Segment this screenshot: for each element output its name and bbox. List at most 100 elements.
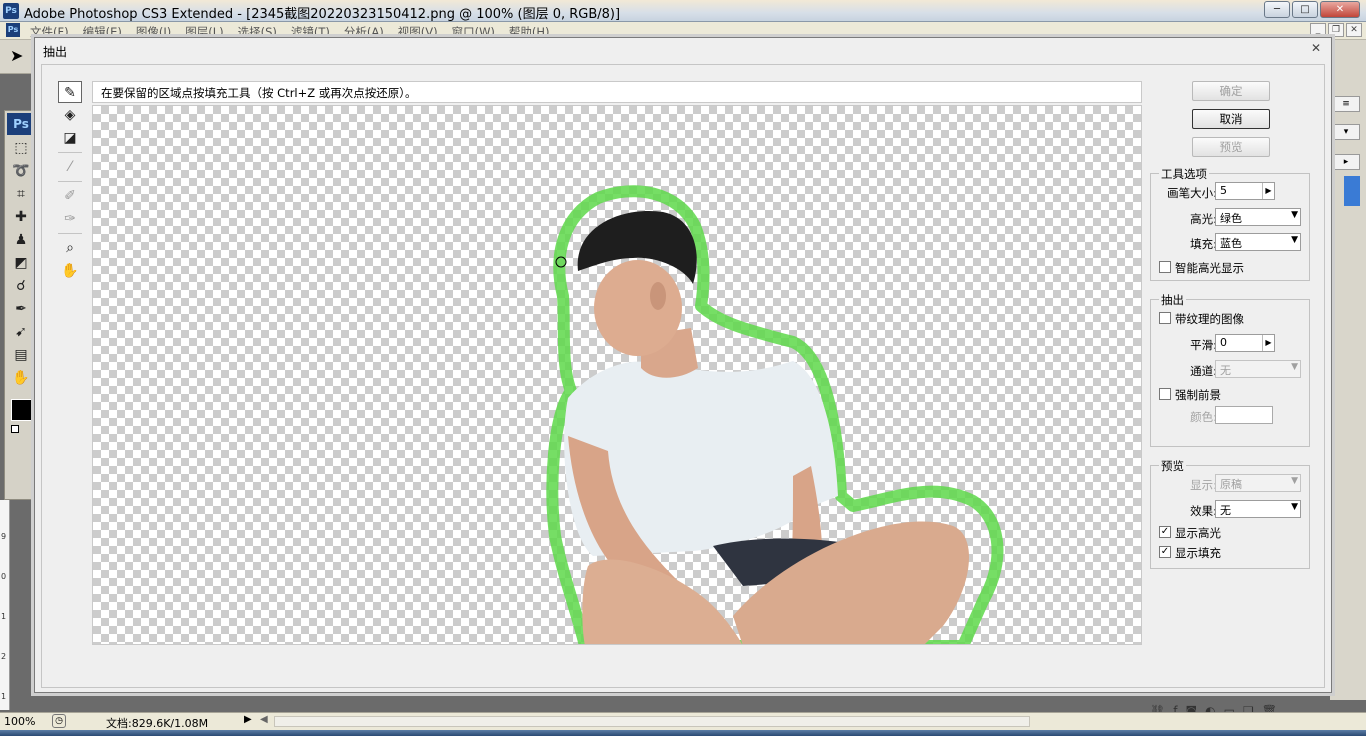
smart-highlight-checkbox[interactable]: 智能高光显示 [1159, 259, 1309, 275]
chevron-down-icon: ▼ [1291, 362, 1298, 372]
window-controls: ─ □ ✕ [1264, 1, 1360, 18]
hand-tool-icon[interactable]: ✋ [8, 367, 34, 389]
dialog-side-panel: 确定 取消 预览 工具选项 画笔大小: 5 ▶ 高光: 绿色 ▼ 填充: 蓝色 … [1150, 81, 1316, 681]
window-title: Adobe Photoshop CS3 Extended - [2345截图20… [24, 7, 621, 22]
checkbox-box[interactable] [1159, 312, 1171, 324]
textured-image-checkbox[interactable]: 带纹理的图像 [1159, 310, 1309, 326]
show-fill-checkbox[interactable]: ✓ 显示填充 [1159, 544, 1309, 560]
chevron-down-icon: ▼ [1291, 502, 1298, 512]
effect-label: 效果: [1190, 504, 1217, 518]
document-window-controls: _ ❐ ✕ [1310, 23, 1362, 37]
show-label: 显示: [1190, 478, 1217, 492]
doc-close-button[interactable]: ✕ [1346, 23, 1362, 37]
effect-row: 效果: 无 ▼ [1151, 500, 1311, 520]
brush-size-input[interactable]: 5 ▶ [1215, 182, 1275, 200]
ruler-label: 1 [1, 612, 7, 621]
dialog-title: 抽出 [43, 45, 68, 59]
highlight-select[interactable]: 绿色 ▼ [1215, 208, 1301, 226]
maximize-button[interactable]: □ [1292, 1, 1318, 18]
edge-touchup-tool-icon[interactable]: ✑ [58, 208, 82, 230]
dialog-body: ✎ ◈ ◪ ⁄ ✐ ✑ ⌕ ✋ 在要保留的区域点按填充工具（按 Ctrl+Z 或… [41, 64, 1325, 688]
notes-tool-icon[interactable]: ▤ [8, 344, 34, 366]
checkbox-box[interactable] [1159, 388, 1171, 400]
preview-group: 预览 显示: 原稿 ▼ 效果: 无 ▼ ✓ 显示高光 ✓ 显示填充 [1150, 458, 1311, 569]
fill-select[interactable]: 蓝色 ▼ [1215, 233, 1301, 251]
smooth-input[interactable]: 0 ▶ [1215, 334, 1275, 352]
show-select[interactable]: 原稿 ▼ [1215, 474, 1301, 492]
panel-selection-indicator [1344, 176, 1360, 206]
panel-menu-icon[interactable]: ≡ [1332, 96, 1360, 112]
eraser-tool-icon[interactable]: ◪ [58, 127, 82, 149]
ruler-label: 2 [1, 652, 7, 661]
photoshop-badge-icon: Ps [7, 113, 35, 135]
cancel-button[interactable]: 取消 [1192, 109, 1270, 129]
minimize-button[interactable]: ─ [1264, 1, 1290, 18]
checkbox-box[interactable]: ✓ [1159, 526, 1171, 538]
tool-options-group: 工具选项 画笔大小: 5 ▶ 高光: 绿色 ▼ 填充: 蓝色 ▼ 智能高光显示 [1150, 166, 1311, 281]
crop-tool-icon[interactable]: ⌗ [8, 183, 34, 205]
smooth-row: 平滑: 0 ▶ [1151, 334, 1311, 354]
close-window-button[interactable]: ✕ [1320, 1, 1360, 18]
ear [650, 282, 666, 310]
extract-tools: ✎ ◈ ◪ ⁄ ✐ ✑ ⌕ ✋ [58, 81, 88, 321]
foreground-color-swatch[interactable] [11, 399, 33, 421]
force-foreground-checkbox[interactable]: 强制前景 [1159, 386, 1309, 402]
extract-preview-canvas[interactable] [92, 105, 1142, 645]
color-swatch[interactable] [1215, 406, 1273, 424]
lasso-tool-icon[interactable]: ➰ [8, 160, 34, 182]
show-highlight-checkbox[interactable]: ✓ 显示高光 [1159, 524, 1309, 540]
checkbox-box[interactable] [1159, 261, 1171, 273]
fill-tool-icon[interactable]: ◈ [58, 104, 82, 126]
chevron-down-icon: ▼ [1291, 476, 1298, 486]
default-colors-icon[interactable] [11, 425, 19, 433]
panel-tab[interactable]: ▾ [1332, 124, 1360, 140]
show-row: 显示: 原稿 ▼ [1151, 474, 1311, 494]
effect-select[interactable]: 无 ▼ [1215, 500, 1301, 518]
channel-label: 通道: [1190, 364, 1217, 378]
smooth-label: 平滑: [1190, 338, 1217, 352]
arrow-right-icon[interactable]: ▶ [1262, 335, 1274, 351]
zoom-level[interactable]: 100% [4, 715, 35, 728]
channel-select[interactable]: 无 ▼ [1215, 360, 1301, 378]
horizontal-scrollbar[interactable] [274, 716, 1030, 727]
hand-tool-icon[interactable]: ✋ [58, 260, 82, 282]
ok-button[interactable]: 确定 [1192, 81, 1270, 101]
stamp-tool-icon[interactable]: ♟ [8, 229, 34, 251]
move-tool-icon[interactable]: ➤ [10, 46, 34, 68]
scroll-left-icon[interactable]: ◀ [260, 714, 268, 725]
preview-button[interactable]: 预览 [1192, 137, 1270, 157]
chevron-down-icon: ▼ [1291, 210, 1298, 220]
hint-bar: 在要保留的区域点按填充工具（按 Ctrl+Z 或再次点按还原）。 [92, 81, 1142, 103]
arrow-right-icon[interactable]: ▶ [1262, 183, 1274, 199]
marquee-tool-icon[interactable]: ⬚ [8, 137, 34, 159]
doc-minimize-button[interactable]: _ [1310, 23, 1326, 37]
color-label: 颜色: [1190, 410, 1217, 424]
right-panel-strip: ≡ ▾ ▸ [1330, 40, 1366, 700]
document-icon[interactable]: Ps [6, 23, 20, 37]
blur-tool-icon[interactable]: ☌ [8, 275, 34, 297]
tool-separator [58, 181, 82, 182]
pen-tool-icon[interactable]: ✒ [8, 298, 34, 320]
vertical-ruler: 9 0 1 2 1 [0, 500, 10, 710]
checkbox-box[interactable]: ✓ [1159, 546, 1171, 558]
extraction-group: 抽出 带纹理的图像 平滑: 0 ▶ 通道: 无 ▼ 强制前景 颜色: [1150, 292, 1311, 447]
eyedropper-tool-icon[interactable]: ⁄ [58, 156, 82, 178]
doc-restore-button[interactable]: ❐ [1328, 23, 1344, 37]
eraser-tool-icon[interactable]: ◩ [8, 252, 34, 274]
path-select-tool-icon[interactable]: ➹ [8, 321, 34, 343]
dialog-close-icon[interactable]: ✕ [1307, 41, 1325, 57]
document-info: 文档:829.6K/1.08M [106, 717, 209, 730]
toolbox-panel: Ps ⬚ ➰ ⌗ ✚ ♟ ◩ ☌ ✒ ➹ ▤ ✋ [4, 110, 38, 500]
zoom-tool-icon[interactable]: ⌕ [58, 237, 82, 259]
face [594, 260, 682, 356]
navigator-icon[interactable]: ◷ [52, 714, 66, 728]
brush-size-row: 画笔大小: 5 ▶ [1151, 182, 1311, 202]
status-bar: 100% ◷ 文档:829.6K/1.08M ▶ ◀ [0, 712, 1366, 730]
status-menu-arrow-icon[interactable]: ▶ [244, 714, 252, 725]
fill-row: 填充: 蓝色 ▼ [1151, 233, 1311, 253]
healing-tool-icon[interactable]: ✚ [8, 206, 34, 228]
photoshop-logo-icon: Ps [3, 3, 19, 19]
panel-tab[interactable]: ▸ [1332, 154, 1360, 170]
edge-highlighter-tool-icon[interactable]: ✎ [58, 81, 82, 103]
cleanup-tool-icon[interactable]: ✐ [58, 185, 82, 207]
